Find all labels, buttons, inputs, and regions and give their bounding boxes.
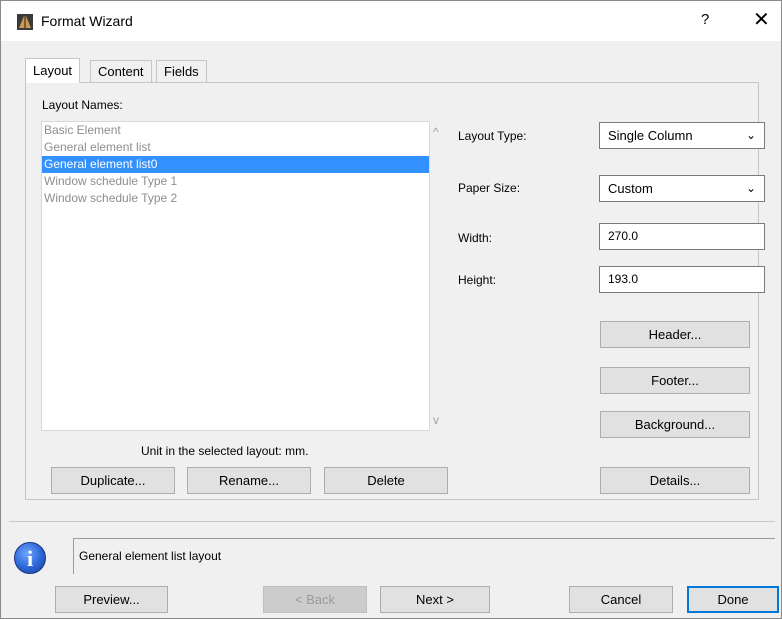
back-button[interactable]: < Back [263, 586, 367, 613]
status-divider [9, 521, 775, 522]
list-item-selected[interactable]: General element list0 [42, 156, 429, 173]
rename-button[interactable]: Rename... [187, 467, 311, 494]
chevron-down-icon: ⌄ [745, 181, 756, 195]
delete-button[interactable]: Delete [324, 467, 448, 494]
width-field[interactable]: 270.0 [599, 223, 765, 250]
list-item[interactable]: General element list [42, 139, 429, 156]
paper-size-label: Paper Size: [458, 181, 521, 195]
footer-button[interactable]: Footer... [600, 367, 750, 394]
title-bar: Format Wizard ? ✕ [1, 1, 781, 41]
window-title: Format Wizard [41, 13, 133, 29]
layout-type-value: Single Column [608, 128, 693, 143]
close-button[interactable]: ✕ [753, 7, 770, 32]
help-button[interactable]: ? [701, 11, 709, 28]
header-button[interactable]: Header... [600, 321, 750, 348]
chevron-down-icon: ⌄ [745, 128, 756, 142]
format-wizard-app-icon [17, 14, 33, 30]
tab-layout[interactable]: Layout [25, 58, 81, 83]
layout-type-select[interactable]: Single Column ⌄ [599, 122, 765, 149]
background-button[interactable]: Background... [600, 411, 750, 438]
list-item[interactable]: Window schedule Type 1 [42, 173, 429, 190]
scroll-down-icon[interactable]: v [433, 413, 439, 427]
status-text: General element list layout [79, 549, 222, 563]
width-label: Width: [458, 231, 493, 245]
format-wizard-dialog: Format Wizard ? ✕ Layout Content Fields … [0, 0, 782, 619]
paper-size-select[interactable]: Custom ⌄ [599, 175, 765, 202]
next-button[interactable]: Next > [380, 586, 490, 613]
tab-content[interactable]: Content [90, 60, 152, 82]
done-button[interactable]: Done [687, 586, 779, 613]
preview-button[interactable]: Preview... [55, 586, 168, 613]
paper-size-value: Custom [608, 181, 653, 196]
layout-names-list[interactable]: Basic Element General element list Gener… [41, 121, 430, 431]
layout-names-label: Layout Names: [42, 98, 123, 112]
unit-info-text: Unit in the selected layout: mm. [141, 444, 309, 458]
list-item[interactable]: Window schedule Type 2 [42, 190, 429, 207]
duplicate-button[interactable]: Duplicate... [51, 467, 175, 494]
list-item[interactable]: Basic Element [42, 122, 429, 139]
info-icon: i [14, 542, 46, 574]
tab-fields[interactable]: Fields [156, 60, 207, 82]
scroll-up-icon[interactable]: ^ [433, 125, 439, 139]
height-field[interactable]: 193.0 [599, 266, 765, 293]
cancel-button[interactable]: Cancel [569, 586, 673, 613]
layout-type-label: Layout Type: [458, 129, 527, 143]
height-label: Height: [458, 273, 497, 287]
details-button[interactable]: Details... [600, 467, 750, 494]
